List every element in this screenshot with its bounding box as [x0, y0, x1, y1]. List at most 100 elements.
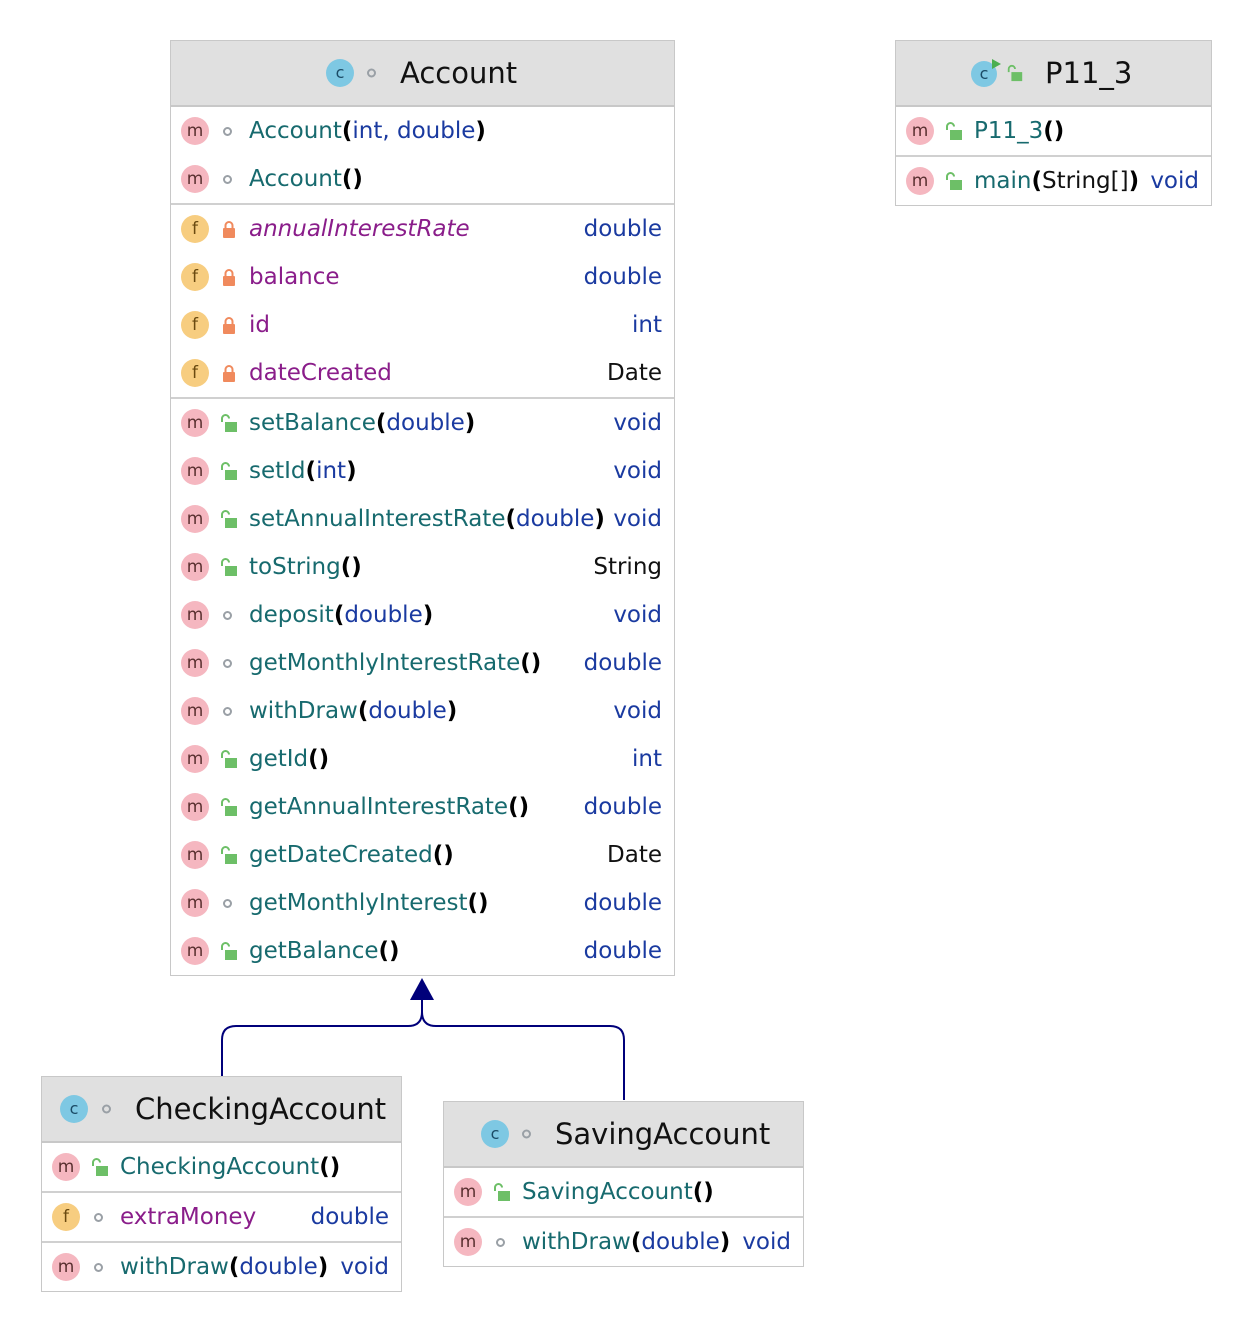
- inheritance-line-checking: [221, 998, 423, 1076]
- public-visibility-icon: [494, 1183, 510, 1201]
- method-row[interactable]: m setBalance(double) void: [171, 399, 674, 447]
- field-type: double: [310, 1204, 389, 1230]
- field-row[interactable]: f extraMoney double: [42, 1193, 401, 1241]
- method-signature: toString(): [249, 554, 362, 580]
- method-return-type: void: [613, 602, 662, 628]
- class-name: P11_3: [1045, 56, 1133, 90]
- method-icon: m: [181, 745, 209, 773]
- runnable-class-icon: c: [971, 59, 1001, 87]
- method-name: deposit: [249, 602, 334, 628]
- field-row[interactable]: f annualInterestRate double: [171, 205, 674, 253]
- package-visibility-icon: [94, 1213, 103, 1222]
- lock-icon: [223, 317, 235, 334]
- method-icon: m: [181, 601, 209, 629]
- method-row[interactable]: m withDraw(double) void: [42, 1243, 401, 1291]
- method-row[interactable]: m getAnnualInterestRate() double: [171, 783, 674, 831]
- svg-text:c: c: [980, 64, 989, 83]
- class-saving-account[interactable]: c SavingAccount m SavingAccount() m with…: [443, 1101, 804, 1267]
- method-params: String[]: [1041, 168, 1129, 194]
- method-name: withDraw: [522, 1229, 631, 1255]
- svg-text:c: c: [70, 1099, 79, 1118]
- constructor-signature: P11_3(): [974, 118, 1065, 144]
- class-account[interactable]: c Account m Account(int, double) m Accou…: [170, 40, 675, 976]
- method-params: double: [344, 602, 423, 628]
- method-name: getMonthlyInterestRate: [249, 650, 521, 676]
- method-row[interactable]: m getId() int: [171, 735, 674, 783]
- method-return-type: double: [583, 794, 662, 820]
- method-name: withDraw: [249, 698, 358, 724]
- lock-icon: [223, 269, 235, 286]
- method-row[interactable]: m getBalance() double: [171, 927, 674, 975]
- method-signature: withDraw(double): [249, 698, 458, 724]
- public-visibility-icon: [946, 122, 962, 140]
- package-visibility-icon: [223, 127, 232, 136]
- method-row[interactable]: m toString() String: [171, 543, 674, 591]
- constructor-row[interactable]: m SavingAccount(): [444, 1168, 803, 1216]
- class-icon: c: [326, 59, 354, 87]
- class-header[interactable]: c Account: [171, 41, 674, 107]
- public-visibility-icon: [1007, 64, 1023, 82]
- field-row[interactable]: f balance double: [171, 253, 674, 301]
- method-return-type: int: [632, 746, 662, 772]
- method-icon: m: [181, 841, 209, 869]
- svg-text:c: c: [491, 1124, 500, 1143]
- constructor-name: SavingAccount: [522, 1179, 693, 1205]
- method-row[interactable]: m deposit(double) void: [171, 591, 674, 639]
- method-icon: m: [181, 649, 209, 677]
- method-return-type: void: [613, 698, 662, 724]
- constructor-signature: SavingAccount(): [522, 1179, 714, 1205]
- fields-section: f extraMoney double: [42, 1193, 401, 1243]
- method-return-type: void: [742, 1229, 791, 1255]
- method-row[interactable]: m setAnnualInterestRate(double) void: [171, 495, 674, 543]
- class-p11-3[interactable]: c P11_3 m P11_3() m main(String[]) void: [895, 40, 1212, 206]
- method-name: getDateCreated: [249, 842, 433, 868]
- constructor-row[interactable]: m Account(): [171, 155, 674, 203]
- svg-text:c: c: [336, 63, 345, 82]
- method-return-type: void: [1150, 168, 1199, 194]
- method-name: getAnnualInterestRate: [249, 794, 509, 820]
- method-signature: main(String[]): [974, 168, 1140, 194]
- method-icon: m: [181, 165, 209, 193]
- public-visibility-icon: [92, 1158, 108, 1176]
- constructor-row[interactable]: m Account(int, double): [171, 107, 674, 155]
- constructors-section: m P11_3(): [896, 107, 1211, 157]
- field-row[interactable]: f id int: [171, 301, 674, 349]
- method-row[interactable]: m main(String[]) void: [896, 157, 1211, 205]
- method-row[interactable]: m withDraw(double) void: [444, 1218, 803, 1266]
- method-params: double: [386, 410, 465, 436]
- method-row[interactable]: m getMonthlyInterestRate() double: [171, 639, 674, 687]
- class-header[interactable]: c CheckingAccount: [42, 1077, 401, 1143]
- class-header[interactable]: c SavingAccount: [444, 1102, 803, 1168]
- method-name: setBalance: [249, 410, 376, 436]
- method-name: withDraw: [120, 1254, 229, 1280]
- field-type: double: [583, 216, 662, 242]
- field-row[interactable]: f dateCreated Date: [171, 349, 674, 397]
- constructor-row[interactable]: m CheckingAccount(): [42, 1143, 401, 1191]
- public-visibility-icon: [221, 510, 237, 528]
- method-row[interactable]: m withDraw(double) void: [171, 687, 674, 735]
- method-name: toString: [249, 554, 341, 580]
- method-icon: m: [181, 697, 209, 725]
- method-signature: getMonthlyInterestRate(): [249, 650, 542, 676]
- constructor-row[interactable]: m P11_3(): [896, 107, 1211, 155]
- inheritance-line-saving: [421, 1011, 625, 1100]
- method-params: double: [368, 698, 447, 724]
- method-signature: getAnnualInterestRate(): [249, 794, 530, 820]
- method-signature: getMonthlyInterest(): [249, 890, 489, 916]
- method-row[interactable]: m setId(int) void: [171, 447, 674, 495]
- class-checking-account[interactable]: c CheckingAccount m CheckingAccount() f …: [41, 1076, 402, 1292]
- class-header[interactable]: c P11_3: [896, 41, 1211, 107]
- public-visibility-icon: [221, 798, 237, 816]
- field-type: double: [583, 264, 662, 290]
- method-return-type: void: [340, 1254, 389, 1280]
- constructor-name: P11_3: [974, 118, 1044, 144]
- method-return-type: void: [613, 506, 662, 532]
- lock-icon: [223, 365, 235, 382]
- method-params: int: [316, 458, 347, 484]
- method-icon: m: [181, 457, 209, 485]
- static-method-icon: m: [906, 167, 934, 195]
- field-icon: f: [181, 263, 209, 291]
- method-row[interactable]: m getDateCreated() Date: [171, 831, 674, 879]
- lock-icon: [223, 221, 235, 238]
- method-row[interactable]: m getMonthlyInterest() double: [171, 879, 674, 927]
